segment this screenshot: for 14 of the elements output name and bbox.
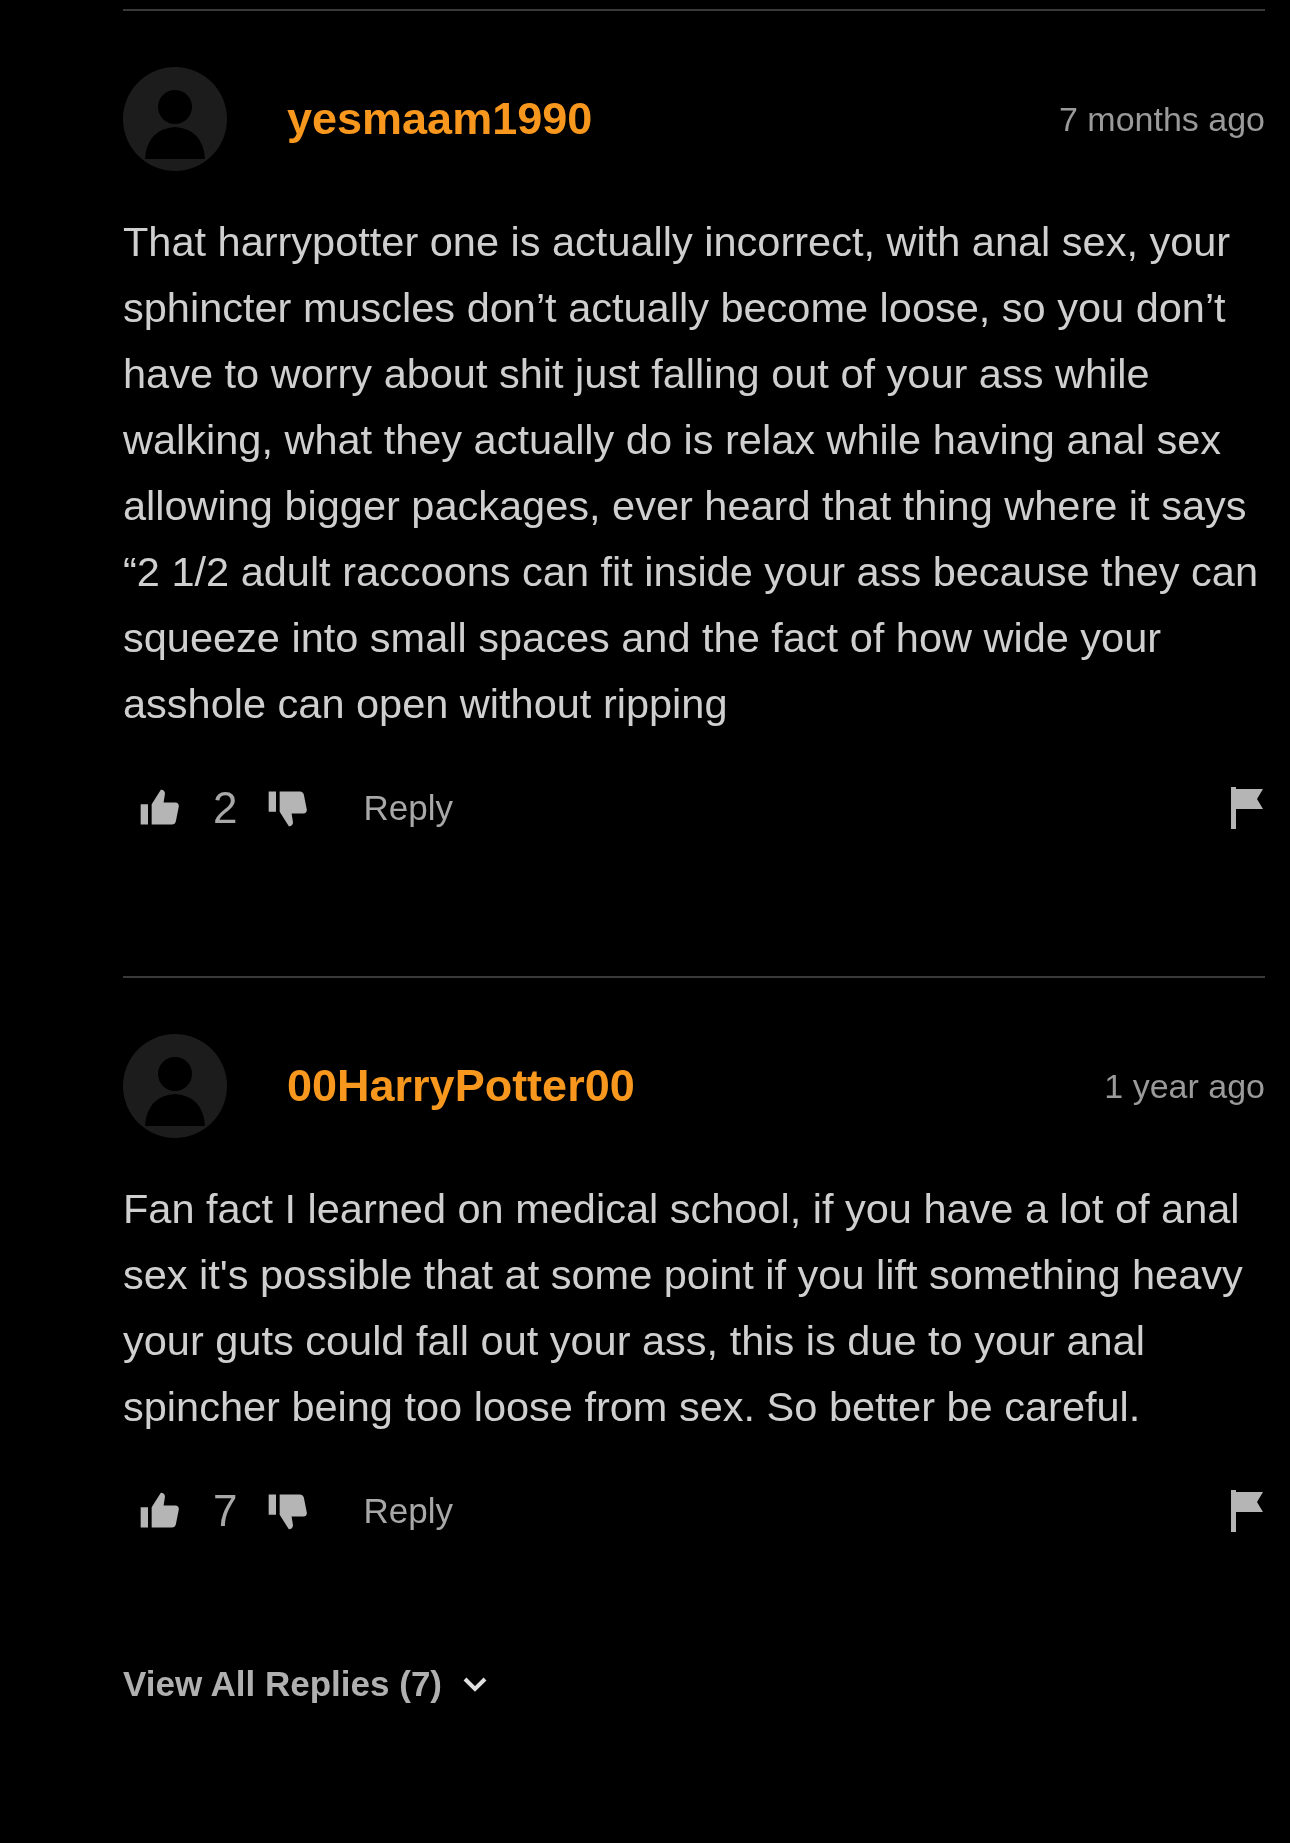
like-count: 2: [213, 783, 238, 833]
comment-text: Fan fact I learned on medical school, if you have a lot of anal sex it's possible that at some point if you lift something heavy your guts could fall out your ass, this is due to your anal spincher being too loose from sex. So better be careful.: [123, 1184, 1244, 1432]
flag-icon[interactable]: [1229, 787, 1265, 829]
comment-text: That harrypotter one is actually incorrect, with anal sex, your sphincter muscles don’t actually become loose, so you don’t have to worry about shit just falling out of your ass while walking, what they actually do is relax while having anal sex allowing bigger packages, ever heard that thing where it says “2 1/2 adult raccoons can fit inside your ass because they can squeeze into small spaces and the fact of how wide your asshole can open without ripping: [123, 217, 1259, 729]
timestamp: 1 year ago: [1104, 1066, 1265, 1106]
reply-button[interactable]: Reply: [363, 788, 453, 828]
timestamp: 7 months ago: [1058, 99, 1265, 139]
reply-button[interactable]: Reply: [363, 1491, 453, 1531]
username[interactable]: yesmaam1990: [287, 93, 1059, 145]
chevron-down-icon: [462, 1675, 488, 1693]
view-all-replies-button[interactable]: View All Replies (7): [123, 1664, 488, 1704]
username[interactable]: 00HarryPotter00: [287, 1060, 1105, 1112]
flag-icon[interactable]: [1229, 1490, 1265, 1532]
like-count: 7: [213, 1486, 238, 1536]
